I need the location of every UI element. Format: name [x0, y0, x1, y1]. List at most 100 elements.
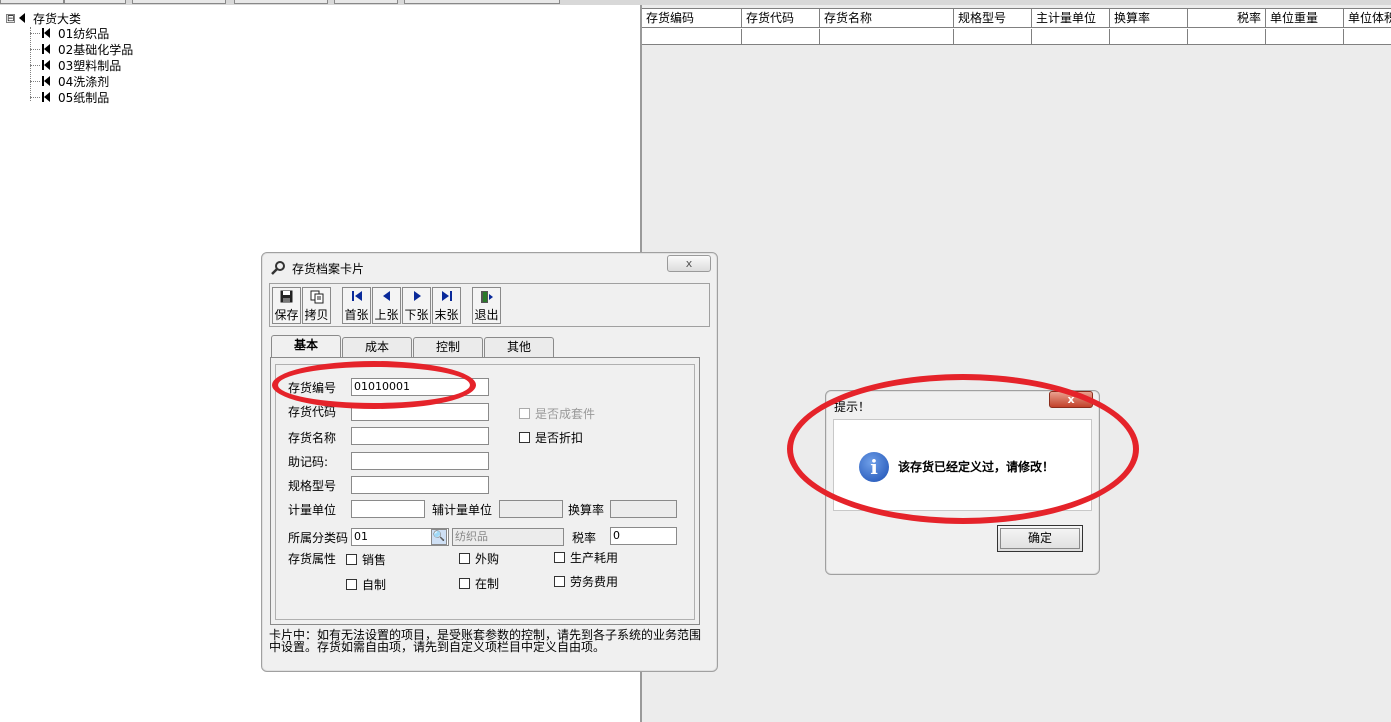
tab-control[interactable]: 控制: [413, 337, 483, 357]
service-checkbox[interactable]: 劳务费用: [554, 573, 618, 590]
tab-basic[interactable]: 基本: [271, 335, 341, 357]
table-row[interactable]: [642, 29, 1391, 45]
tree-root[interactable]: ⊟ 存货大类: [6, 11, 81, 26]
in-process-checkbox[interactable]: 在制: [459, 575, 499, 592]
card-close-button[interactable]: x: [667, 255, 711, 272]
checkbox-box: [459, 578, 470, 589]
rate-label: 换算率: [568, 503, 605, 517]
save-button[interactable]: 保存: [272, 287, 301, 324]
exit-label: 退出: [474, 308, 499, 322]
card-window-title: 存货档案卡片: [292, 261, 365, 276]
lookup-icon[interactable]: 🔍: [431, 529, 447, 545]
sale-checkbox[interactable]: 销售: [346, 551, 386, 568]
toolbar-button-stub[interactable]: [404, 0, 560, 4]
column-header[interactable]: 存货代码: [742, 9, 820, 28]
is-discount-checkbox[interactable]: 是否折扣: [519, 429, 583, 446]
tree-item-02[interactable]: 02基础化学品: [30, 41, 133, 57]
spec-label: 规格型号: [288, 479, 337, 493]
table-cell[interactable]: [1344, 29, 1391, 45]
aux-unit-label: 辅计量单位: [432, 503, 493, 517]
toolbar-button-stub[interactable]: [234, 0, 328, 4]
tax-rate-field[interactable]: 0: [610, 527, 677, 545]
tree-item-label: 03塑料制品: [58, 58, 122, 73]
code-label: 存货编号: [288, 381, 337, 395]
first-record-button[interactable]: 首张: [342, 287, 371, 324]
table-cell[interactable]: [1110, 29, 1188, 45]
unit-label: 计量单位: [288, 503, 337, 517]
purchase-checkbox[interactable]: 外购: [459, 550, 499, 567]
prev-record-icon: [373, 290, 400, 308]
service-label: 劳务费用: [570, 575, 619, 589]
next-record-icon: [403, 290, 430, 308]
node-first-icon: [42, 92, 50, 102]
card-toolbar: 保存 拷贝 首张 上张 下张 末张 退出: [269, 283, 710, 327]
card-titlebar[interactable]: 存货档案卡片: [270, 259, 364, 277]
inventory-list-panel: 存货编码 存货代码 存货名称 规格型号 主计量单位 换算率 税率 单位重量 单位…: [642, 5, 1391, 722]
prev-record-button[interactable]: 上张: [372, 287, 401, 324]
table-cell[interactable]: [642, 29, 742, 45]
table-cell[interactable]: [820, 29, 954, 45]
copy-button[interactable]: 拷贝: [302, 287, 331, 324]
copy-label: 拷贝: [304, 308, 329, 322]
tree-item-01[interactable]: 01纺织品: [30, 25, 109, 41]
column-header[interactable]: 单位体积: [1344, 9, 1391, 28]
tree-item-05[interactable]: 05纸制品: [30, 89, 109, 105]
aux-unit-field[interactable]: [499, 500, 563, 518]
table-cell[interactable]: [954, 29, 1032, 45]
tree-item-03[interactable]: 03塑料制品: [30, 57, 121, 73]
is-kit-label: 是否成套件: [535, 407, 596, 421]
column-header[interactable]: 存货编码: [642, 9, 742, 28]
card-tabs: 基本 成本 控制 其他: [271, 335, 555, 357]
info-icon: i: [859, 452, 889, 482]
inventory-alias-field[interactable]: [351, 403, 489, 421]
tree-dots: [30, 80, 40, 82]
checkbox-box: [519, 432, 530, 443]
exit-button[interactable]: 退出: [472, 287, 501, 324]
tab-other[interactable]: 其他: [484, 337, 554, 357]
column-header[interactable]: 主计量单位: [1032, 9, 1110, 28]
floppy-icon: [273, 290, 300, 308]
inventory-code-field[interactable]: 01010001: [351, 378, 489, 396]
table-cell[interactable]: [1032, 29, 1110, 45]
tree-item-04[interactable]: 04洗涤剂: [30, 73, 109, 89]
save-label: 保存: [274, 308, 299, 322]
is-kit-checkbox[interactable]: 是否成套件: [519, 405, 595, 422]
alias-label: 存货代码: [288, 405, 337, 419]
table-cell[interactable]: [742, 29, 820, 45]
column-header[interactable]: 规格型号: [954, 9, 1032, 28]
conversion-rate-field[interactable]: [610, 500, 677, 518]
last-record-button[interactable]: 末张: [432, 287, 461, 324]
toolbar-button-stub[interactable]: [132, 0, 226, 4]
column-header[interactable]: 单位重量: [1266, 9, 1344, 28]
mnemonic-field[interactable]: [351, 452, 489, 470]
attr-label: 存货属性: [288, 552, 337, 566]
toolbar-button-stub[interactable]: [0, 0, 64, 4]
toolbar-button-stub[interactable]: [334, 0, 398, 4]
tab-cost[interactable]: 成本: [342, 337, 412, 357]
table-cell[interactable]: [1266, 29, 1344, 45]
column-header[interactable]: 换算率: [1110, 9, 1188, 28]
column-header[interactable]: 税率: [1188, 9, 1266, 28]
inventory-name-field[interactable]: [351, 427, 489, 445]
next-record-button[interactable]: 下张: [402, 287, 431, 324]
grid-header: 存货编码 存货代码 存货名称 规格型号 主计量单位 换算率 税率 单位重量 单位…: [642, 8, 1391, 29]
production-checkbox[interactable]: 生产耗用: [554, 549, 618, 566]
tree-dots: [30, 96, 40, 98]
ok-button[interactable]: 确定: [997, 525, 1083, 552]
dialog-close-button[interactable]: x: [1049, 391, 1093, 408]
tree-dots: [30, 32, 40, 34]
collapse-icon[interactable]: ⊟: [6, 13, 15, 23]
category-name-field: 纺织品: [452, 528, 564, 546]
purchase-label: 外购: [475, 552, 500, 566]
toolbar-button-stub[interactable]: [64, 0, 126, 4]
unit-field[interactable]: [351, 500, 425, 518]
table-cell[interactable]: [1188, 29, 1266, 45]
spec-field[interactable]: [351, 476, 489, 494]
column-header[interactable]: 存货名称: [820, 9, 954, 28]
root-node-icon: [19, 13, 25, 23]
last-record-label: 末张: [434, 308, 459, 322]
dialog-titlebar[interactable]: 提示！: [834, 397, 870, 415]
self-made-checkbox[interactable]: 自制: [346, 576, 386, 593]
sale-label: 销售: [362, 553, 387, 567]
first-record-label: 首张: [344, 308, 369, 322]
